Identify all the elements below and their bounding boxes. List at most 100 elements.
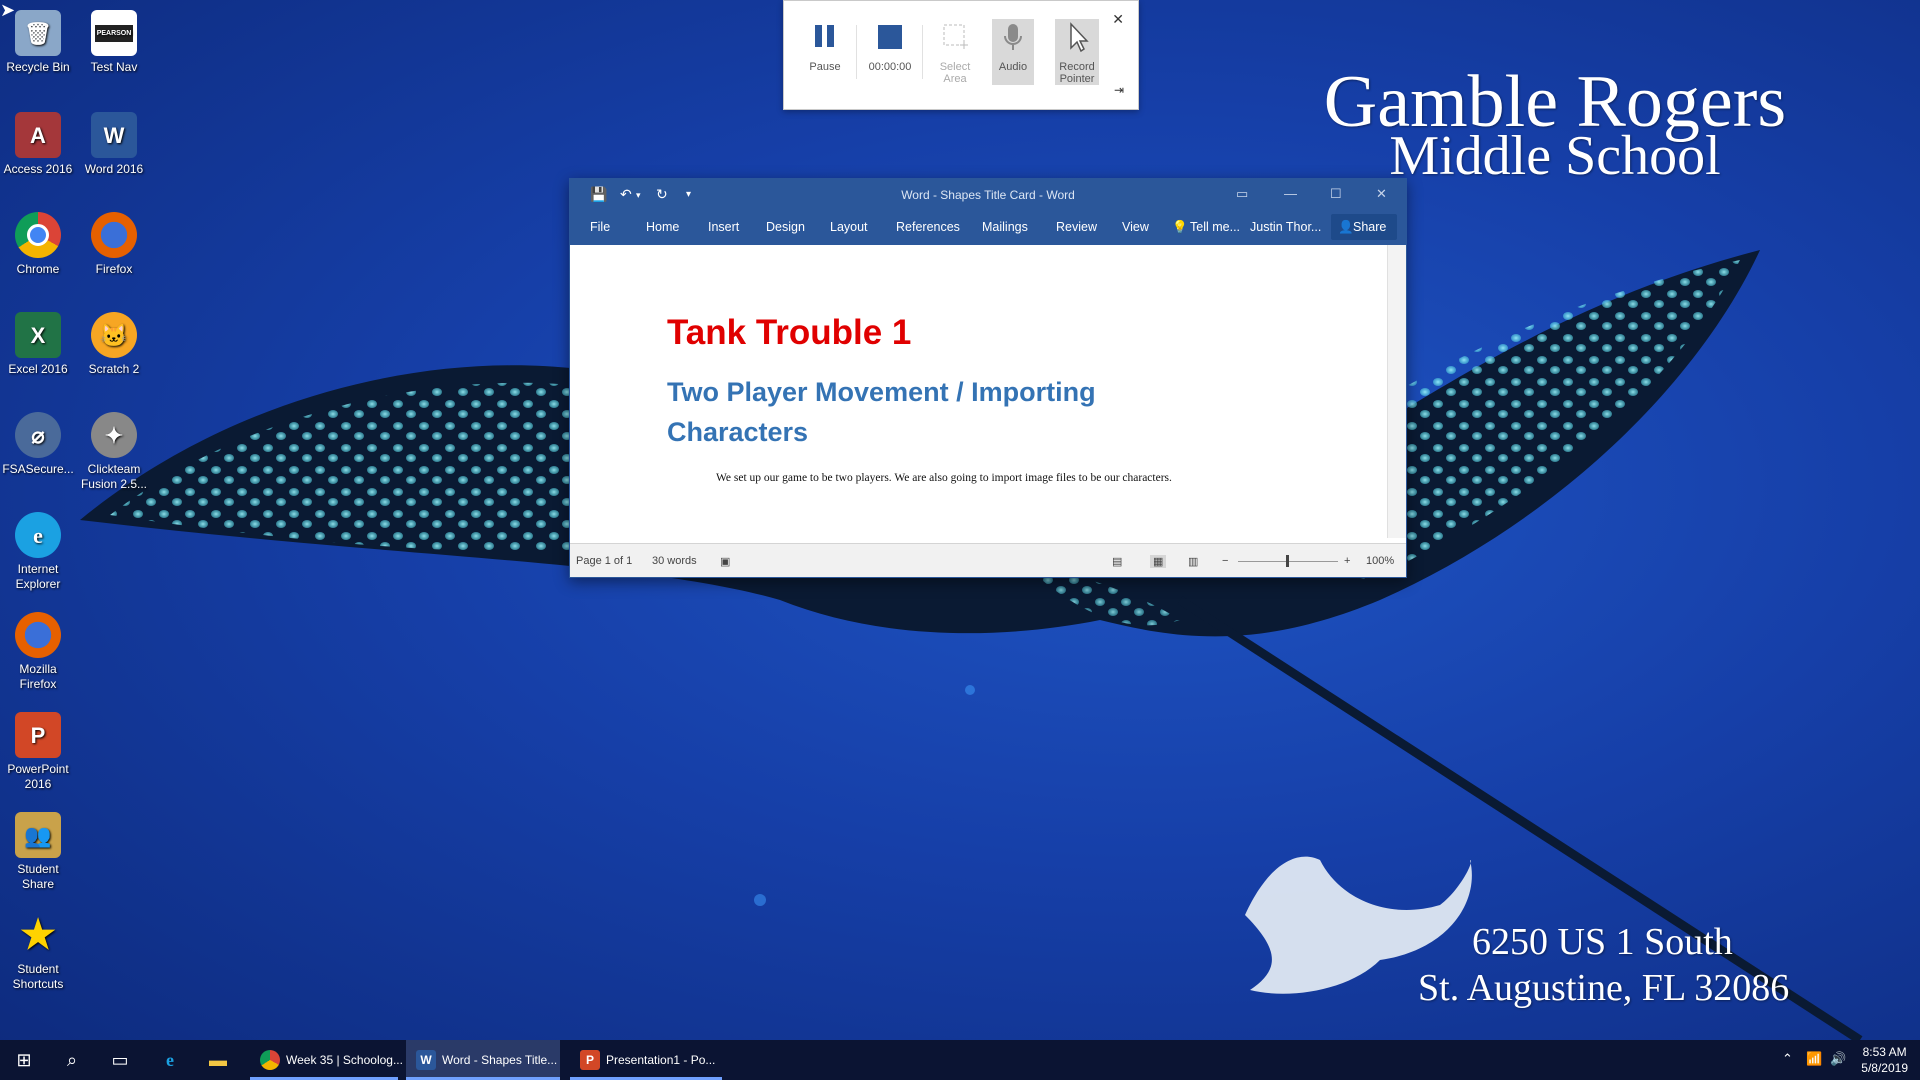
desktop-icon-label: Student Share [17, 862, 59, 891]
desktop-icon-label: Excel 2016 [8, 362, 68, 376]
desktop-icon-fsasecure[interactable]: ⌀ FSASecure... [0, 412, 76, 477]
desktop-icon-label: Clickteam Fusion 2.5... [80, 462, 148, 491]
close-window-icon[interactable]: ✕ [1376, 186, 1387, 202]
volume-icon[interactable]: 🔊 [1830, 1051, 1846, 1067]
tab-design[interactable]: Design [766, 220, 805, 234]
word-count[interactable]: 30 words [652, 555, 697, 567]
pause-button[interactable]: Pause [798, 21, 852, 73]
desktop-icon-internet-explorer[interactable]: e Internet Explorer [0, 512, 76, 592]
word-title-bar: 💾 ↶ ▾ ↻ ▾ Word - Shapes Title Card - Wor… [570, 179, 1406, 209]
pin-icon[interactable]: ⇥ [1114, 83, 1124, 97]
page-count[interactable]: Page 1 of 1 [576, 555, 632, 567]
tab-references[interactable]: References [896, 220, 960, 234]
desktop-icon-label: Internet Explorer [15, 562, 61, 591]
clickteam-icon: ✦ [91, 412, 137, 458]
taskbar-app-word[interactable]: W Word - Shapes Title... [406, 1040, 560, 1080]
desktop-icon-test-nav[interactable]: PEARSON Test Nav [76, 10, 152, 75]
share-label: Share [1353, 220, 1387, 234]
ribbon-display-icon[interactable]: ▭ [1236, 186, 1248, 202]
desktop-icon-excel[interactable]: X Excel 2016 [0, 312, 76, 377]
tab-insert[interactable]: Insert [708, 220, 739, 234]
web-layout-icon[interactable]: ▥ [1188, 555, 1198, 568]
taskbar: ⊞ ⌕ ▭ e ▬ Week 35 | Schoolog... W Word -… [0, 1040, 1920, 1080]
search-icon[interactable]: ⌕ [60, 1048, 84, 1072]
minimize-icon[interactable]: — [1284, 186, 1297, 201]
show-hidden-icons[interactable]: ⌃ [1782, 1051, 1793, 1067]
scratch-icon: 🐱 [91, 312, 137, 358]
clock-time: 8:53 AM [1862, 1045, 1907, 1059]
desktop-icon-label: Recycle Bin [6, 60, 70, 74]
recycle-bin-icon: 🗑 [15, 10, 61, 56]
desktop-icon-scratch[interactable]: 🐱 Scratch 2 [76, 312, 152, 377]
document-canvas[interactable]: Tank Trouble 1 Two Player Movement / Imp… [570, 245, 1387, 538]
tell-me-search[interactable]: Tell me... [1190, 220, 1240, 234]
desktop-icon-mozilla-firefox[interactable]: Mozilla Firefox [0, 612, 76, 692]
desktop-icon-label: Scratch 2 [88, 362, 140, 376]
mozilla-firefox-icon [15, 612, 61, 658]
star-icon: ★ [20, 912, 56, 957]
desktop-icon-access[interactable]: A Access 2016 [0, 112, 76, 177]
chrome-icon [15, 212, 61, 258]
lightbulb-icon: 💡 [1172, 220, 1188, 234]
tab-home[interactable]: Home [646, 220, 679, 234]
desktop-icon-student-shortcuts[interactable]: ★ Student Shortcuts [0, 912, 76, 992]
desktop-icon-student-share[interactable]: 👥 Student Share [0, 812, 76, 892]
tab-file[interactable]: File [590, 220, 610, 234]
desktop-icon-firefox[interactable]: Firefox [76, 212, 152, 277]
zoom-slider-thumb[interactable] [1286, 555, 1289, 567]
screen-recorder-toolbar: Pause 00:00:00 Select Area Audio Record … [783, 0, 1139, 110]
desktop-icon-label: Access 2016 [3, 162, 73, 176]
firefox-icon [91, 212, 137, 258]
desktop-icon-clickteam[interactable]: ✦ Clickteam Fusion 2.5... [76, 412, 152, 492]
zoom-in-icon[interactable]: + [1344, 555, 1350, 567]
share-button[interactable]: 👤 Share [1331, 214, 1397, 240]
windows-start-icon[interactable]: ⊞ [12, 1048, 36, 1072]
excel-icon: X [15, 312, 61, 358]
close-icon[interactable]: ✕ [1112, 11, 1124, 28]
tab-view[interactable]: View [1122, 220, 1149, 234]
file-explorer-icon[interactable]: ▬ [206, 1048, 230, 1072]
document-body-text: We set up our game to be two players. We… [716, 472, 1172, 484]
school-address-line2: St. Augustine, FL 32086 [1418, 967, 1790, 1009]
school-address-line1: 6250 US 1 South [1472, 921, 1733, 963]
edge-icon[interactable]: e [158, 1048, 182, 1072]
audio-label: Audio [998, 61, 1028, 73]
desktop-icon-recycle-bin[interactable]: 🗑 Recycle Bin [0, 10, 76, 75]
taskbar-app-chrome[interactable]: Week 35 | Schoolog... [250, 1040, 403, 1080]
record-pointer-label: Record Pointer [1059, 61, 1095, 85]
stop-button[interactable]: 00:00:00 [863, 21, 917, 73]
select-area-button[interactable]: Select Area [928, 21, 982, 85]
proofing-icon[interactable]: ▣ [720, 555, 730, 568]
powerpoint-icon: P [15, 712, 61, 758]
network-icon[interactable]: 📶 [1806, 1051, 1822, 1067]
taskbar-app-label: Word - Shapes Title... [442, 1053, 558, 1067]
user-account[interactable]: Justin Thor... [1250, 220, 1321, 234]
desktop-icon-word[interactable]: W Word 2016 [76, 112, 152, 177]
audio-button[interactable]: Audio [992, 19, 1034, 85]
desktop-icon-label: PowerPoint 2016 [7, 762, 69, 791]
maximize-icon[interactable]: ☐ [1330, 186, 1342, 202]
desktop-icon-label: Firefox [95, 262, 133, 276]
task-view-icon[interactable]: ▭ [108, 1048, 132, 1072]
clock-date: 5/8/2019 [1861, 1061, 1908, 1075]
vertical-scrollbar[interactable] [1387, 245, 1406, 538]
select-area-icon [928, 21, 982, 55]
taskbar-app-label: Week 35 | Schoolog... [286, 1053, 403, 1067]
tab-review[interactable]: Review [1056, 220, 1097, 234]
desktop-icon-chrome[interactable]: Chrome [0, 212, 76, 277]
testnav-icon: PEARSON [91, 10, 137, 56]
word-icon: W [91, 112, 137, 158]
desktop-icon-label: Test Nav [90, 60, 138, 74]
ribbon-tabs: File Home Insert Design Layout Reference… [570, 209, 1406, 245]
read-mode-icon[interactable]: ▤ [1112, 555, 1122, 568]
system-clock[interactable]: 8:53 AM 5/8/2019 [1861, 1044, 1908, 1076]
zoom-level[interactable]: 100% [1366, 555, 1394, 567]
tab-layout[interactable]: Layout [830, 220, 868, 234]
desktop-icon-powerpoint[interactable]: P PowerPoint 2016 [0, 712, 76, 792]
tab-mailings[interactable]: Mailings [982, 220, 1028, 234]
powerpoint-icon: P [580, 1050, 600, 1070]
zoom-out-icon[interactable]: − [1222, 555, 1228, 567]
print-layout-icon[interactable]: ▦ [1150, 555, 1167, 568]
record-pointer-button[interactable]: Record Pointer [1055, 19, 1099, 85]
taskbar-app-powerpoint[interactable]: P Presentation1 - Po... [570, 1040, 722, 1080]
